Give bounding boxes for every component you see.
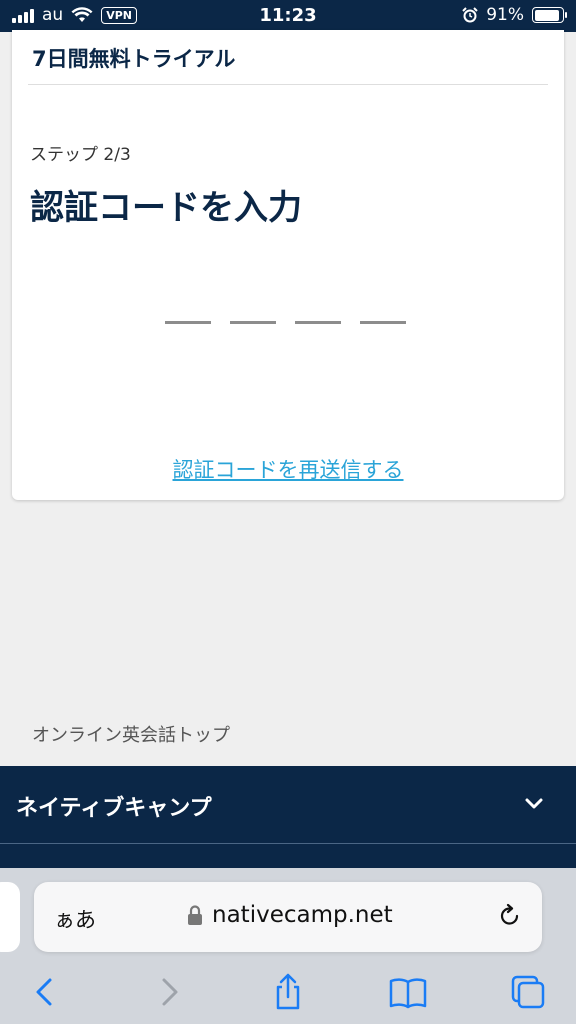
- card-title: 7日間無料トライアル: [32, 47, 236, 71]
- footer-nav: ネイティブキャンプ: [0, 766, 576, 876]
- reload-icon[interactable]: [496, 902, 524, 930]
- battery-percent: 91%: [486, 5, 524, 25]
- back-icon[interactable]: [24, 972, 64, 1012]
- battery-icon: [532, 7, 567, 23]
- divider: [28, 84, 548, 85]
- code-input[interactable]: [165, 321, 406, 324]
- browser-toolbar: ぁあ nativecamp.net: [0, 868, 576, 1024]
- share-icon[interactable]: [268, 972, 308, 1012]
- verification-card: 7日間無料トライアル ステップ 2/3 認証コードを入力 認証コードを再送信する: [12, 30, 564, 500]
- previous-tab-preview[interactable]: [0, 882, 20, 952]
- status-bar: au VPN 11:23 91%: [0, 0, 576, 32]
- alarm-icon: [462, 7, 478, 23]
- bookmarks-icon[interactable]: [388, 972, 428, 1012]
- chevron-down-icon[interactable]: [524, 794, 544, 814]
- status-right: 91%: [462, 5, 567, 25]
- nav-title[interactable]: ネイティブキャンプ: [16, 790, 212, 822]
- step-indicator: ステップ 2/3: [30, 145, 131, 165]
- address-bar[interactable]: ぁあ nativecamp.net: [34, 882, 542, 952]
- text-size-button[interactable]: ぁあ: [54, 904, 96, 934]
- page-title: 認証コードを入力: [30, 188, 302, 228]
- divider: [0, 843, 576, 844]
- code-slot[interactable]: [230, 321, 276, 324]
- code-slot[interactable]: [165, 321, 211, 324]
- url-text[interactable]: nativecamp.net: [212, 902, 393, 928]
- resend-code-link[interactable]: 認証コードを再送信する: [12, 454, 564, 484]
- code-slot[interactable]: [360, 321, 406, 324]
- online-english-top-link[interactable]: オンライン英会話トップ: [32, 721, 230, 747]
- code-slot[interactable]: [295, 321, 341, 324]
- safari-nav-toolbar: [0, 968, 576, 1016]
- lock-icon: [188, 905, 202, 925]
- tabs-icon[interactable]: [508, 972, 548, 1012]
- forward-icon[interactable]: [150, 972, 190, 1012]
